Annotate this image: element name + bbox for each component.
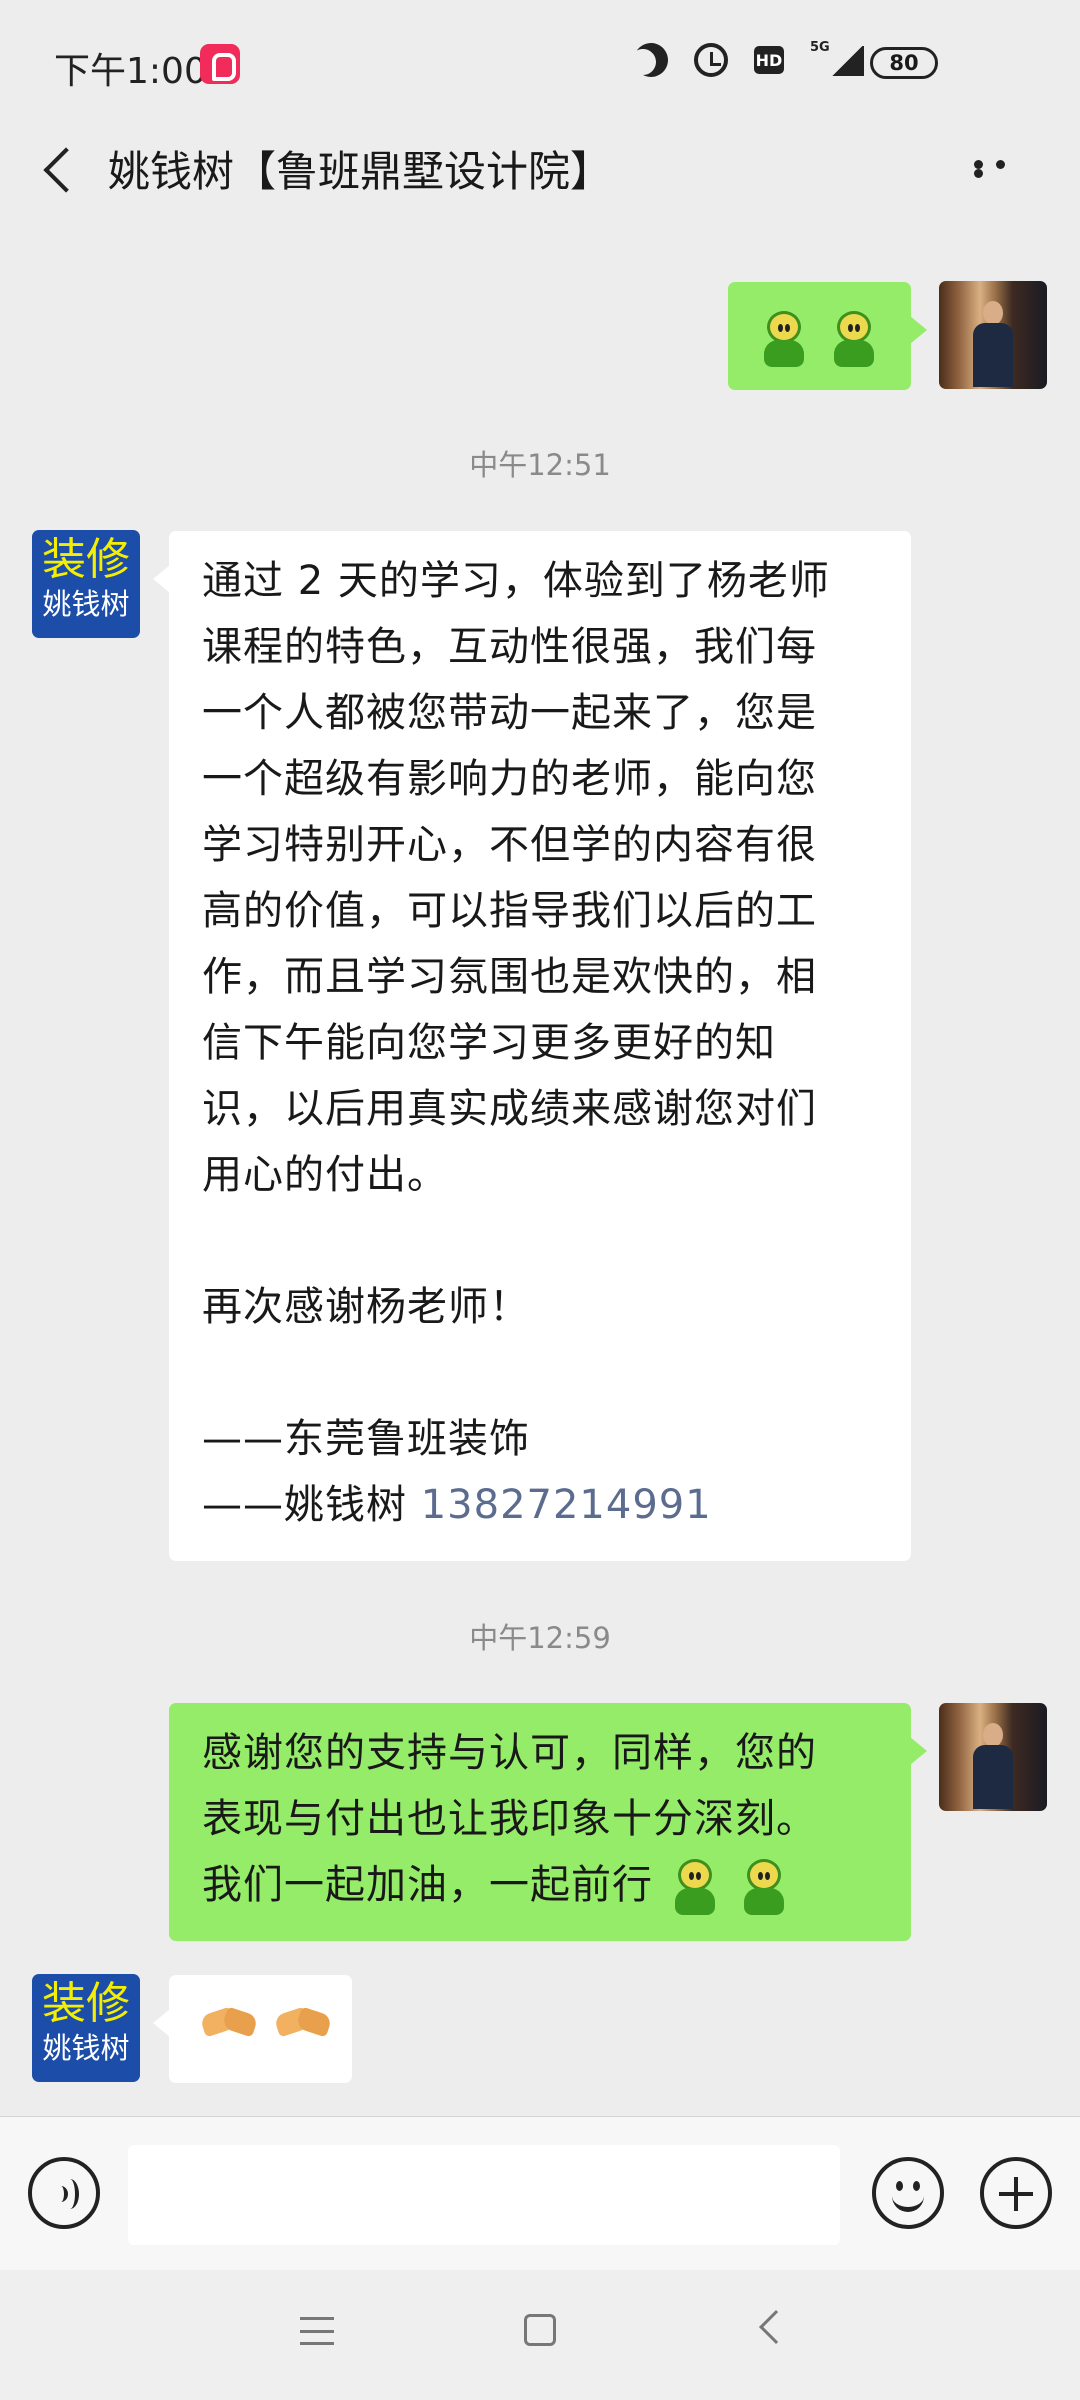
hd-icon: HD (754, 46, 784, 74)
message-line: 课程的特色，互动性很强，我们每 (202, 624, 817, 670)
back-icon[interactable] (36, 152, 76, 192)
sent-emoji-message[interactable] (728, 282, 927, 390)
message-line: 信下午能向您学习更多更好的知 (202, 1020, 776, 1066)
moon-icon (628, 37, 674, 83)
message-line: 用心的付出。 (202, 1152, 448, 1198)
more-icon[interactable] (974, 160, 1028, 178)
signature-prefix: ——姚钱树 (202, 1482, 421, 1528)
green-smile-emoji-icon (667, 1857, 723, 1917)
avatar-text-line2: 姚钱树 (42, 587, 130, 621)
message-input-bar (0, 2116, 1080, 2270)
status-time: 下午1:00 (54, 51, 207, 92)
message-input[interactable] (128, 2145, 840, 2245)
green-smile-emoji-icon (756, 309, 812, 369)
message-line: 表现与付出也让我印象十分深刻。 (202, 1796, 817, 1842)
message-line: 高的价值，可以指导我们以后的工 (202, 888, 817, 934)
message-line: 一个超级有影响力的老师，能向您 (202, 756, 817, 802)
message-signature: ——东莞鲁班装饰 (202, 1416, 530, 1462)
sent-text-message[interactable]: 感谢您的支持与认可，同样，您的 表现与付出也让我印象十分深刻。 我们一起加油，一… (169, 1703, 927, 1941)
plus-icon[interactable] (980, 2157, 1052, 2229)
self-avatar[interactable] (939, 281, 1047, 389)
message-line-with-emoji: 我们一起加油，一起前行 (202, 1852, 883, 1918)
network-label: 5G (810, 40, 830, 55)
signal-bars (830, 46, 864, 76)
message-timestamp: 中午12:51 (469, 448, 611, 482)
voice-icon[interactable] (28, 2157, 100, 2229)
avatar-text-line1: 装修 (42, 1978, 130, 2029)
message-line: 再次感谢杨老师！ (202, 1284, 530, 1330)
avatar-text-line2: 姚钱树 (42, 2031, 130, 2065)
chat-thread[interactable]: 中午12:51 装修 姚钱树 通过 2 天的学习，体验到了杨老师 课程的特色，互… (0, 220, 1080, 2116)
battery-icon: 80 (870, 47, 938, 79)
received-emoji-message[interactable] (153, 1975, 352, 2083)
message-line: 学习特别开心，不但学的内容有很 (202, 822, 817, 868)
alarm-icon (694, 43, 728, 77)
green-smile-emoji-icon (736, 1857, 792, 1917)
message-line: 作，而且学习氛围也是欢快的，相 (202, 954, 817, 1000)
smile-mouth (892, 2192, 924, 2212)
contact-avatar[interactable]: 装修 姚钱树 (32, 530, 140, 638)
chat-title: 姚钱树【鲁班鼎墅设计院】 (108, 147, 613, 196)
avatar-text-line1: 装修 (42, 534, 130, 585)
menu-icon[interactable] (300, 2317, 334, 2345)
message-line: 我们一起加油，一起前行 (202, 1862, 653, 1908)
status-bar: 下午1:00 HD 5G 80 (0, 0, 1080, 130)
message-line: 一个人都被您带动一起来了，您是 (202, 690, 817, 736)
green-smile-emoji-icon (826, 309, 882, 369)
back-icon[interactable] (759, 2310, 793, 2344)
message-line: 识，以后用真实成绩来感谢您对们 (202, 1086, 817, 1132)
self-avatar[interactable] (939, 1703, 1047, 1811)
received-text-message[interactable]: 通过 2 天的学习，体验到了杨老师 课程的特色，互动性很强，我们每 一个人都被您… (153, 531, 911, 1561)
handshake-icon (275, 2003, 331, 2041)
home-icon[interactable] (524, 2314, 556, 2346)
emoji-icon[interactable] (872, 2157, 944, 2229)
chat-header: 姚钱树【鲁班鼎墅设计院】 (0, 124, 1080, 220)
message-signature-with-phone: ——姚钱树 13827214991 (202, 1472, 883, 1538)
status-icons: HD 5G (634, 40, 864, 78)
app-icon (200, 44, 240, 84)
system-navigation-bar (0, 2270, 1080, 2400)
handshake-icon (201, 2003, 257, 2041)
message-line: 通过 2 天的学习，体验到了杨老师 (202, 558, 830, 604)
phone-number-link[interactable]: 13827214991 (421, 1482, 712, 1528)
contact-avatar[interactable]: 装修 姚钱树 (32, 1974, 140, 2082)
message-line: 感谢您的支持与认可，同样，您的 (202, 1730, 817, 1776)
message-timestamp: 中午12:59 (469, 1621, 611, 1655)
signal-icon: 5G (810, 40, 864, 78)
